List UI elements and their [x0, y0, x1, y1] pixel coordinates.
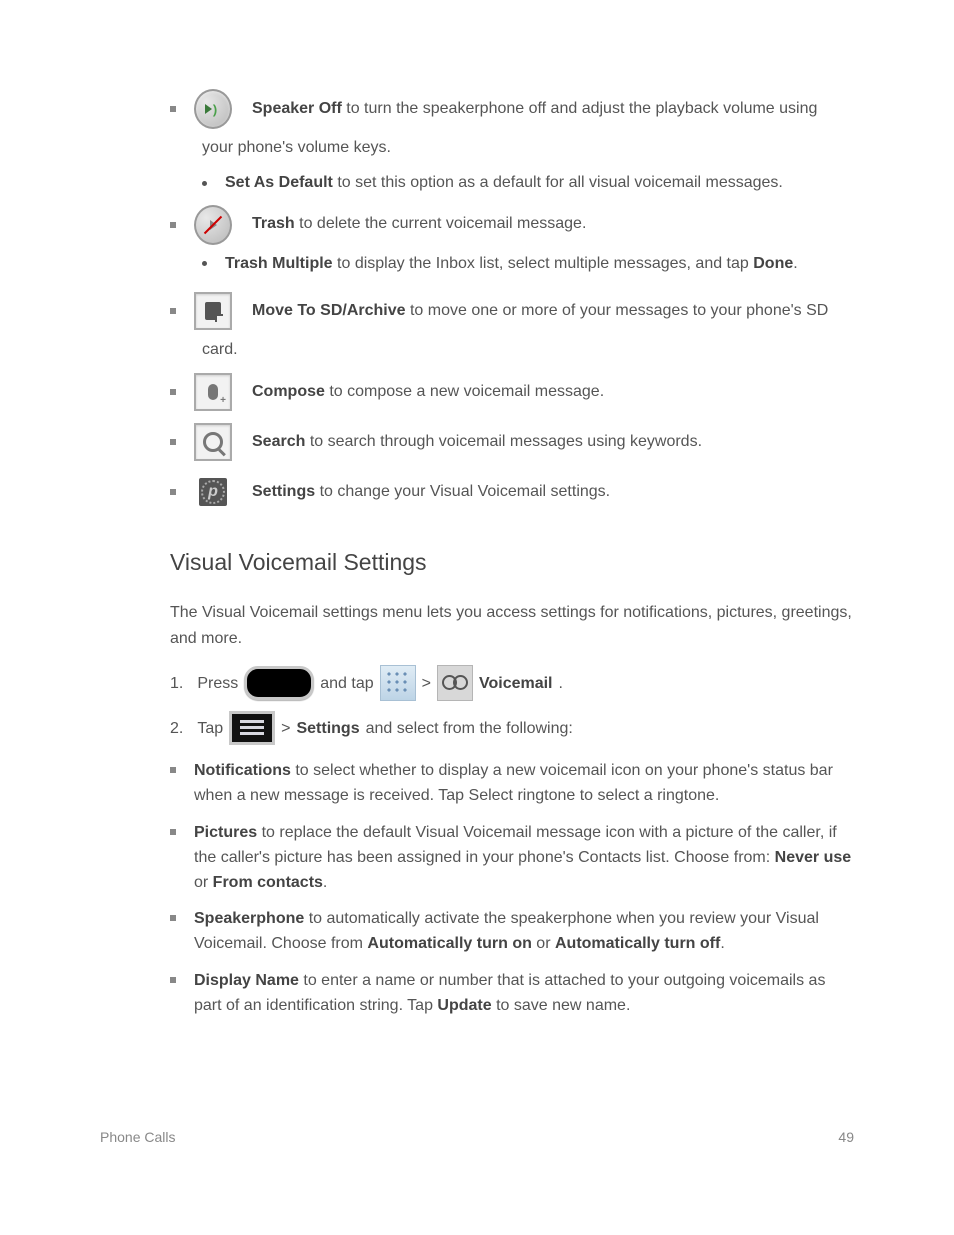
footer-page-number: 49 — [838, 1129, 854, 1145]
voicemail-label: Voicemail — [479, 671, 553, 697]
text: to save new name. — [492, 997, 631, 1014]
opt-pictures-contacts: From contacts — [213, 874, 323, 891]
search-icon — [194, 423, 232, 461]
opt-speaker-off: Automatically turn off — [555, 935, 720, 952]
text: . — [793, 255, 797, 272]
trash-icon — [194, 206, 232, 244]
menu-button-icon — [229, 711, 275, 745]
trash-multiple-label: Trash Multiple — [225, 255, 333, 272]
text: to turn the speakerphone off and adjust … — [342, 100, 818, 117]
bullet-dot-icon — [202, 261, 207, 266]
compose-icon — [194, 373, 232, 411]
text: to set this option as a default for all … — [333, 174, 783, 191]
text: > — [281, 716, 290, 742]
text: Tap — [197, 716, 223, 742]
bullet-icon — [170, 767, 176, 773]
archive-label: Move To SD/Archive — [252, 302, 406, 319]
section-intro: The Visual Voicemail settings menu lets … — [170, 600, 864, 651]
opt-speaker-on: Automatically turn on — [367, 935, 531, 952]
settings-gear-icon: p — [194, 473, 232, 511]
apps-grid-icon — [380, 665, 416, 701]
text: to display the Inbox list, select multip… — [333, 255, 754, 272]
opt-display-update: Update — [437, 997, 491, 1014]
text: . — [559, 671, 563, 697]
done-label: Done — [753, 255, 793, 272]
opt-pictures-label: Pictures — [194, 824, 257, 841]
opt-pictures-never: Never use — [775, 849, 852, 866]
text: to compose a new voicemail message. — [325, 383, 604, 400]
text: to search through voicemail messages usi… — [305, 433, 702, 450]
opt-display-label: Display Name — [194, 972, 299, 989]
sd-archive-icon — [194, 292, 232, 330]
bullet-icon — [170, 222, 176, 228]
text: to delete the current voicemail message. — [295, 215, 587, 232]
text: or — [532, 935, 555, 952]
section-heading: Visual Voicemail Settings — [170, 549, 864, 576]
bullet-icon — [170, 829, 176, 835]
text: or — [194, 874, 213, 891]
voicemail-icon — [437, 665, 473, 701]
home-button-icon — [244, 666, 314, 700]
settings-step-label: Settings — [296, 716, 359, 742]
bullet-icon — [170, 977, 176, 983]
text: . — [720, 935, 724, 952]
text: to move one or more of your messages to … — [406, 302, 829, 319]
bullet-icon — [170, 489, 176, 495]
text: to change your Visual Voicemail settings… — [315, 483, 610, 500]
bullet-dot-icon — [202, 181, 207, 186]
text: to replace the default Visual Voicemail … — [194, 824, 837, 866]
step-2-number: 2. — [170, 716, 183, 742]
text: card. — [202, 338, 864, 363]
search-label: Search — [252, 433, 305, 450]
text: . — [323, 874, 327, 891]
footer-section: Phone Calls — [100, 1129, 176, 1145]
text: and tap — [320, 671, 373, 697]
opt-notifications-label: Notifications — [194, 762, 291, 779]
text: > — [422, 671, 431, 697]
text: and select from the following: — [366, 716, 573, 742]
text: your phone's volume keys. — [202, 136, 864, 161]
speaker-off-icon — [194, 90, 232, 128]
bullet-icon — [170, 106, 176, 112]
compose-label: Compose — [252, 383, 325, 400]
speaker-off-label: Speaker Off — [252, 100, 342, 117]
bullet-icon — [170, 439, 176, 445]
bullet-icon — [170, 308, 176, 314]
step-1-number: 1. — [170, 671, 183, 697]
opt-speakerphone-label: Speakerphone — [194, 910, 304, 927]
settings-label: Settings — [252, 483, 315, 500]
bullet-icon — [170, 389, 176, 395]
text: Press — [197, 671, 238, 697]
set-default-label: Set As Default — [225, 174, 333, 191]
bullet-icon — [170, 915, 176, 921]
trash-label: Trash — [252, 215, 295, 232]
